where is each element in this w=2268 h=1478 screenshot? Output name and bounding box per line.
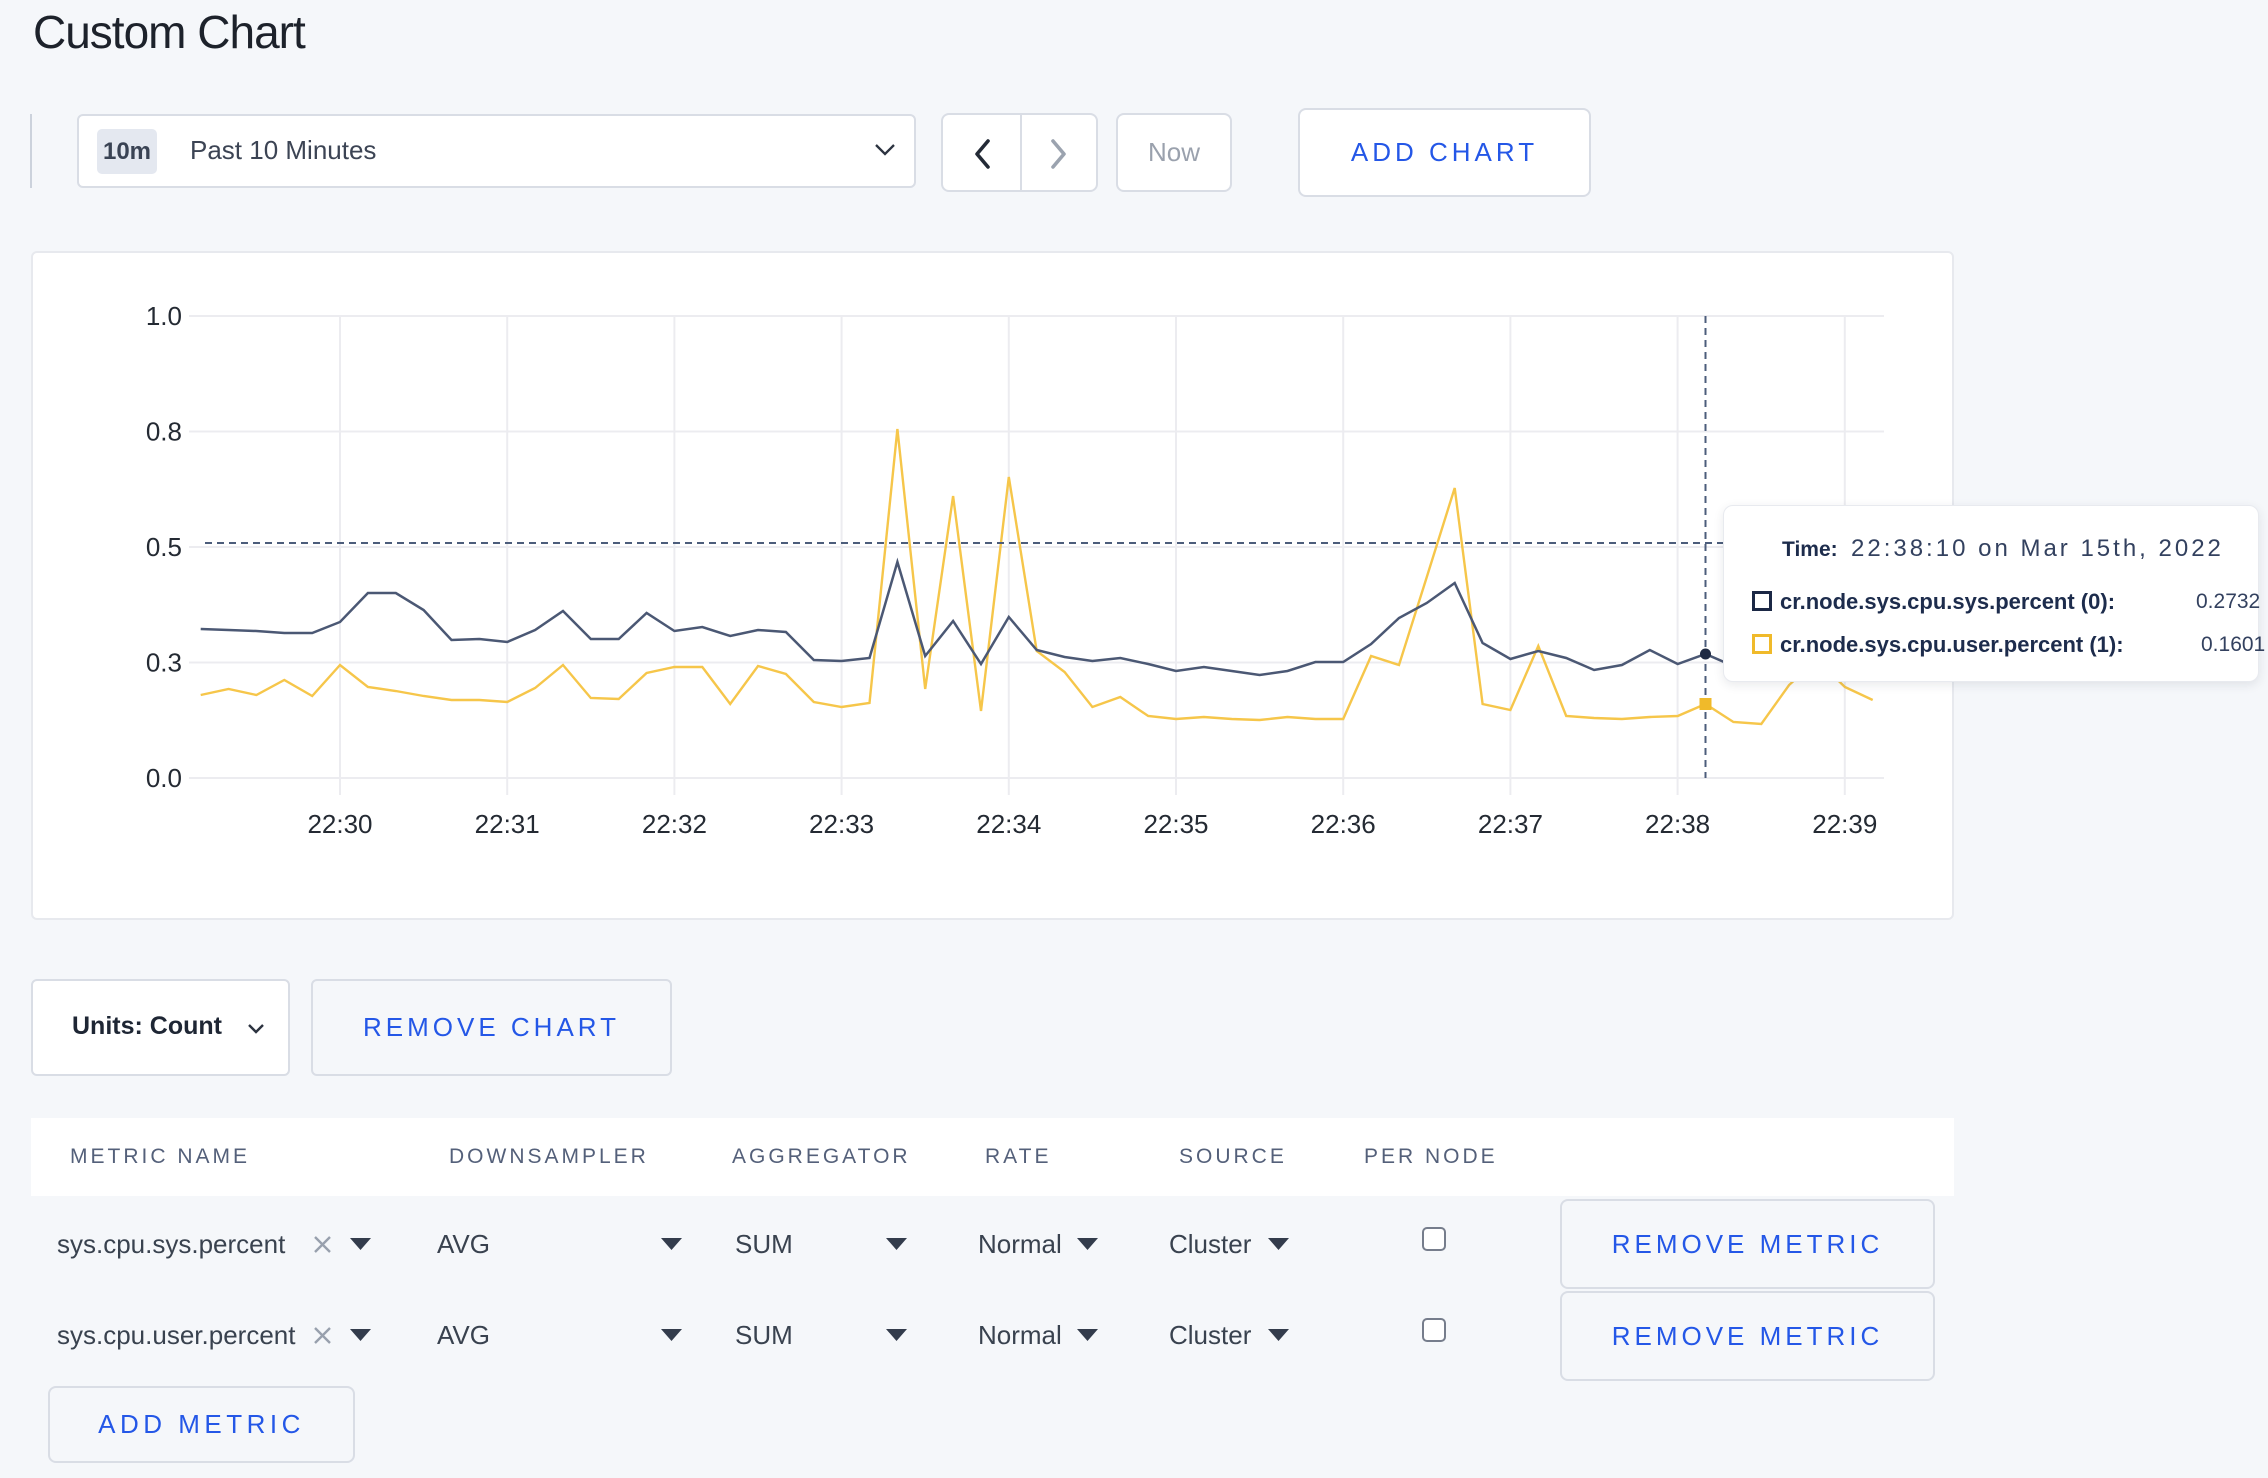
svg-text:22:39: 22:39 — [1812, 809, 1877, 839]
svg-text:22:38: 22:38 — [1645, 809, 1710, 839]
svg-text:1.0: 1.0 — [146, 301, 182, 331]
svg-text:22:30: 22:30 — [307, 809, 372, 839]
svg-text:22:31: 22:31 — [475, 809, 540, 839]
svg-text:22:36: 22:36 — [1311, 809, 1376, 839]
svg-text:22:35: 22:35 — [1143, 809, 1208, 839]
svg-text:0.8: 0.8 — [146, 417, 182, 447]
svg-text:22:37: 22:37 — [1478, 809, 1543, 839]
svg-text:22:34: 22:34 — [976, 809, 1041, 839]
svg-text:0.5: 0.5 — [146, 532, 182, 562]
svg-text:0.0: 0.0 — [146, 763, 182, 793]
svg-text:0.3: 0.3 — [146, 648, 182, 678]
svg-text:22:32: 22:32 — [642, 809, 707, 839]
svg-text:22:33: 22:33 — [809, 809, 874, 839]
